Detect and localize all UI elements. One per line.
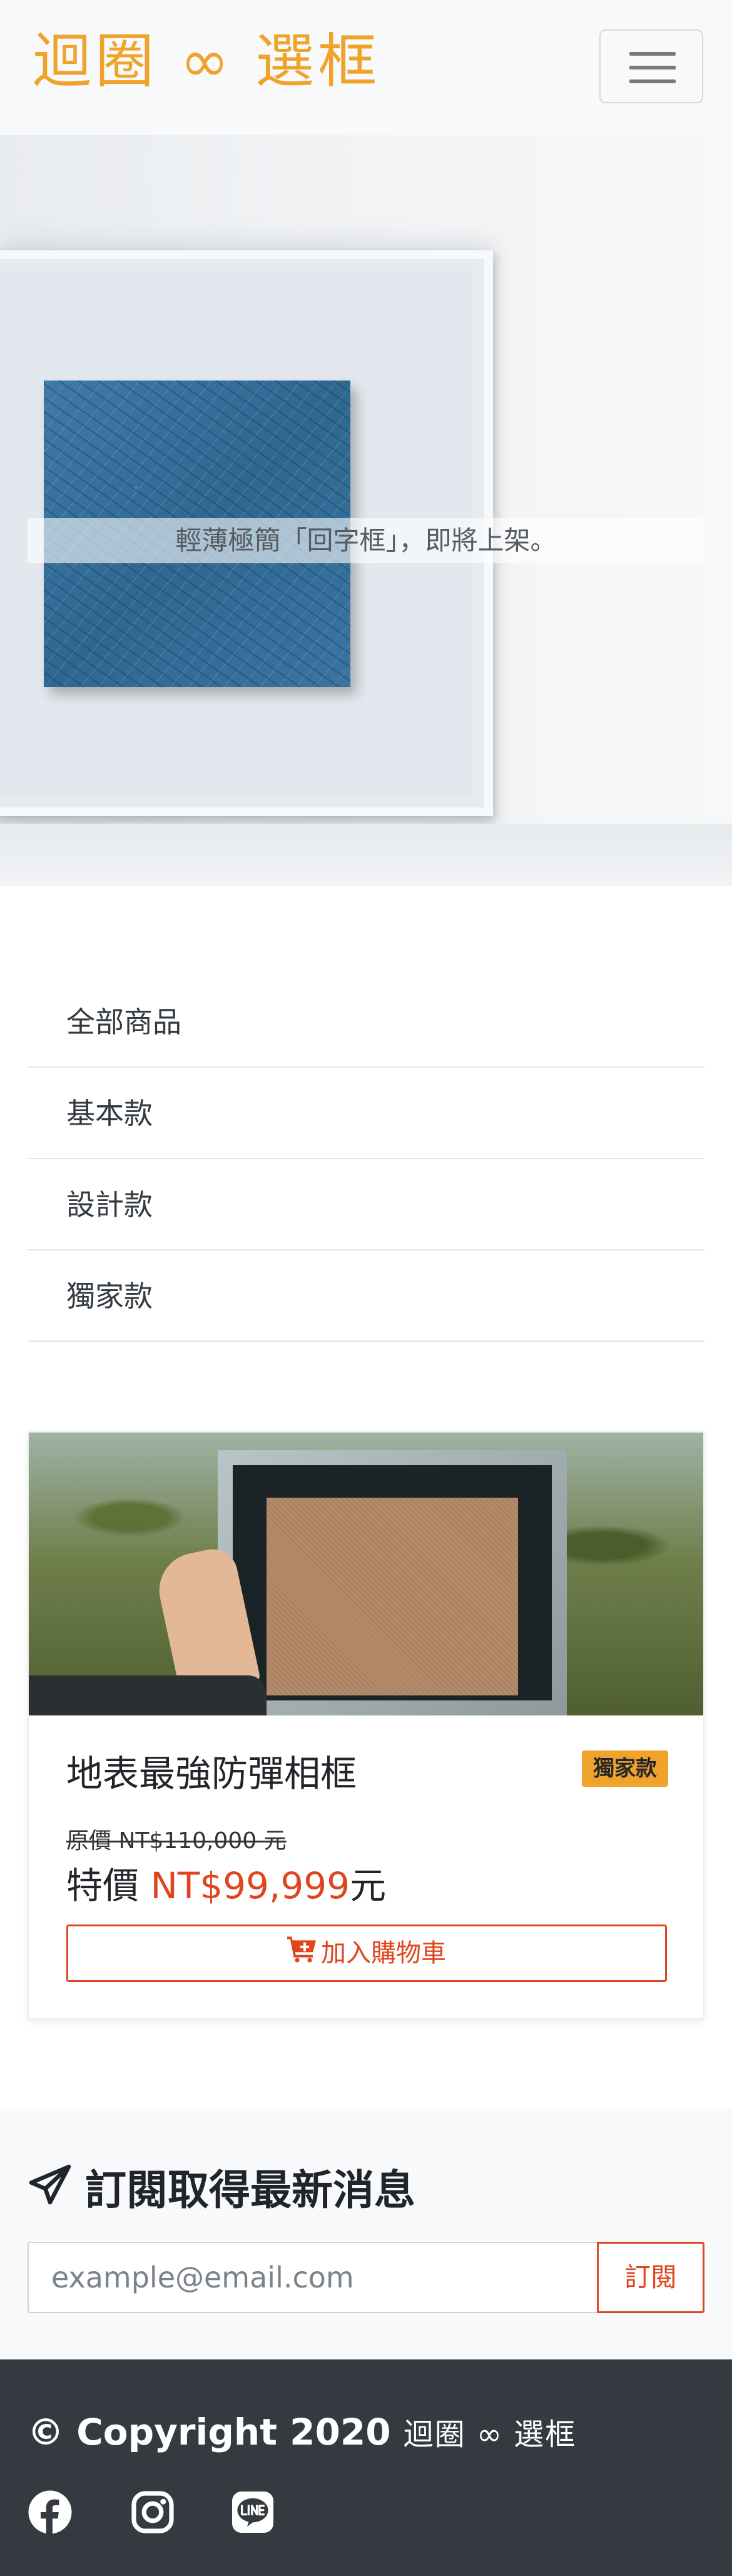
category-list: 全部商品 基本款 設計款 獨家款 (28, 976, 704, 1342)
subscribe-heading: 訂閱取得最新消息 (28, 2158, 415, 2223)
navbar: 迴圈 ∞ 選框 (0, 0, 732, 135)
sale-price: 特價 NT$99,999元 (66, 1861, 386, 1911)
copyright-text: © Copyright 2020 (28, 2411, 391, 2453)
product-title[interactable]: 地表最強防彈相框 (66, 1749, 357, 1799)
hero-floor (0, 824, 732, 886)
brand-logo[interactable]: 迴圈 ∞ 選框 (33, 28, 380, 96)
sleeve-shape (29, 1675, 267, 1715)
subscribe-button[interactable]: 訂閱 (597, 2242, 704, 2313)
add-to-cart-label: 加入購物車 (321, 1940, 446, 1967)
instagram-icon[interactable] (130, 2490, 175, 2535)
footer-brand: 迴圈 ∞ 選框 (403, 2417, 577, 2452)
footer: © Copyright 2020 迴圈 ∞ 選框 (0, 2359, 732, 2576)
product-image[interactable] (29, 1433, 703, 1715)
navbar-toggler-button[interactable] (599, 29, 703, 103)
line-icon[interactable] (230, 2490, 275, 2535)
cart-plus-icon (287, 1928, 317, 1981)
copyright: © Copyright 2020 迴圈 ∞ 選框 (28, 2401, 576, 2466)
sale-price-suffix: 元 (350, 1864, 387, 1907)
subscribe-section: 訂閱取得最新消息 訂閱 (0, 2109, 732, 2359)
category-item-all[interactable]: 全部商品 (28, 976, 704, 1068)
category-item-basic[interactable]: 基本款 (28, 1068, 704, 1159)
hero-banner: 輕薄極簡「回字框」，即將上架。 (0, 135, 732, 886)
paper-plane-icon (28, 2162, 73, 2227)
sale-price-amount: NT$99,999 (150, 1864, 350, 1907)
facebook-icon[interactable] (28, 2490, 73, 2535)
email-input[interactable] (28, 2242, 598, 2313)
sale-price-prefix: 特價 (66, 1864, 151, 1907)
category-item-exclusive[interactable]: 獨家款 (28, 1250, 704, 1342)
hero-caption: 輕薄極簡「回字框」，即將上架。 (28, 518, 704, 563)
product-frame (218, 1450, 567, 1715)
product-badge: 獨家款 (582, 1751, 668, 1787)
original-price: 原價 NT$110,000 元 (66, 1828, 287, 1854)
subscribe-title: 訂閱取得最新消息 (85, 2166, 415, 2214)
category-item-design[interactable]: 設計款 (28, 1159, 704, 1250)
product-card: 地表最強防彈相框 獨家款 原價 NT$110,000 元 特價 NT$99,99… (28, 1431, 704, 2020)
add-to-cart-button[interactable]: 加入購物車 (66, 1924, 667, 1982)
